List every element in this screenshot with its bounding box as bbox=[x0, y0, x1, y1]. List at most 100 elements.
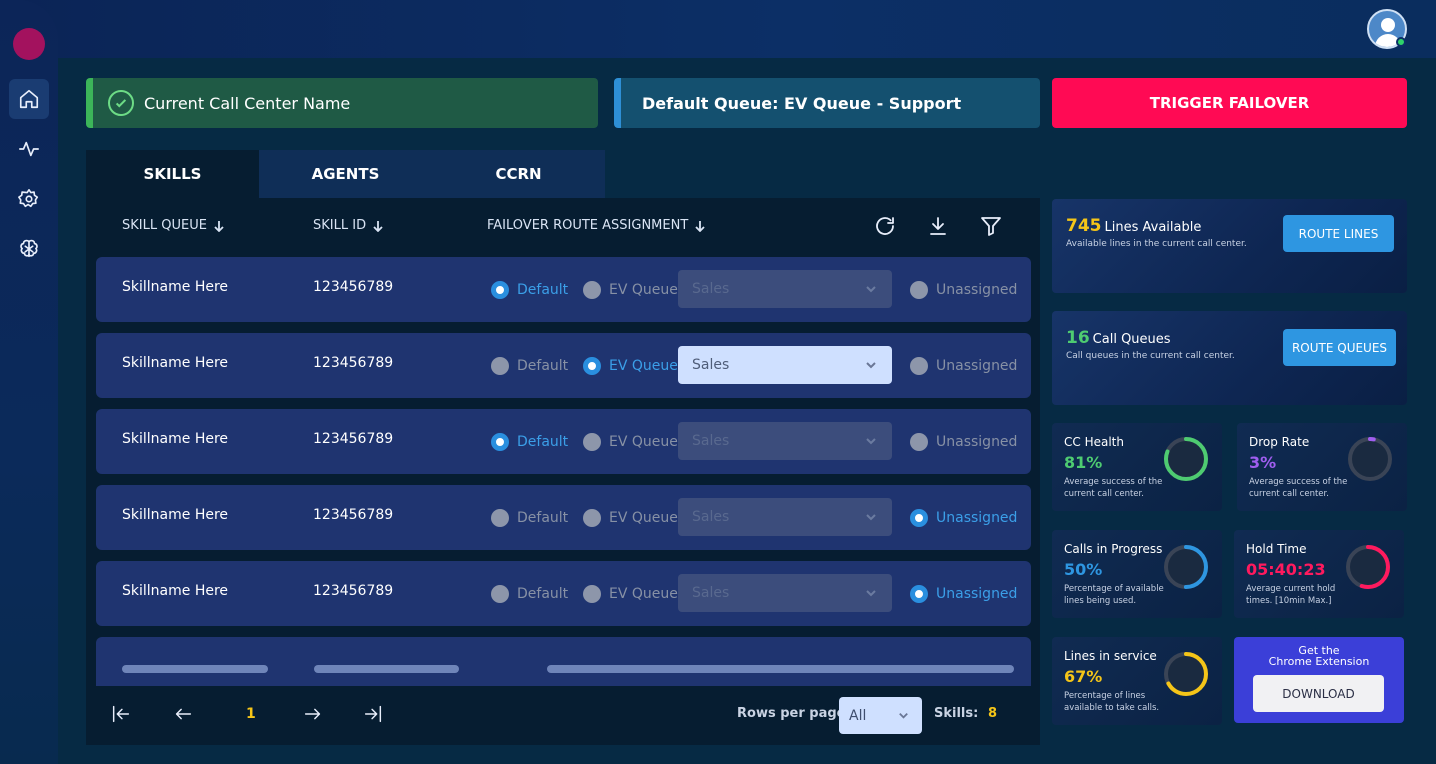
radio-button[interactable] bbox=[910, 584, 928, 603]
trigger-failover-button[interactable]: TRIGGER FAILOVER bbox=[1052, 78, 1407, 128]
metric-desc: Percentage of available lines being used… bbox=[1064, 584, 1164, 606]
skill-id: 123456789 bbox=[313, 431, 394, 447]
download-icon bbox=[930, 217, 946, 235]
skill-id: 123456789 bbox=[313, 355, 394, 371]
radio-button[interactable] bbox=[583, 508, 601, 527]
table-row: Skillname Here 123456789 Default EV Queue Un… bbox=[96, 257, 1031, 322]
chevron-down-icon bbox=[864, 510, 878, 524]
download-extension-button[interactable]: DOWNLOAD bbox=[1253, 675, 1384, 712]
progress-ring bbox=[1164, 545, 1208, 589]
call-queues-card: 16 Call Queues Call queues in the current… bbox=[1052, 311, 1407, 405]
route-queues-button[interactable]: ROUTE QUEUES bbox=[1283, 329, 1396, 366]
radio-default[interactable]: Default bbox=[491, 561, 568, 626]
radio-button[interactable] bbox=[910, 280, 928, 299]
chevron-down-icon bbox=[899, 712, 908, 719]
tab-ccrn[interactable]: CCRN bbox=[432, 150, 605, 198]
refresh-button[interactable] bbox=[873, 214, 899, 240]
radio-unassigned[interactable]: Unassigned bbox=[910, 485, 1017, 550]
first-page-button[interactable] bbox=[110, 703, 134, 727]
radio-button[interactable] bbox=[910, 432, 928, 451]
rows-per-page-select[interactable]: All bbox=[839, 697, 922, 734]
radio-ev-queue[interactable]: EV Queue bbox=[583, 561, 678, 626]
prev-page-icon bbox=[175, 708, 192, 720]
metric-title: Hold Time bbox=[1246, 542, 1307, 556]
skill-id: 123456789 bbox=[313, 507, 394, 523]
radio-button[interactable] bbox=[491, 432, 509, 451]
call-queues-desc: Call queues in the current call center. bbox=[1066, 351, 1235, 361]
chevron-down-icon bbox=[864, 434, 878, 448]
tab-skills[interactable]: SKILLS bbox=[86, 150, 259, 198]
radio-default[interactable]: Default bbox=[491, 257, 568, 322]
radio-button[interactable] bbox=[910, 356, 928, 375]
radio-button[interactable] bbox=[491, 356, 509, 375]
default-queue-text: Default Queue: EV Queue - Support bbox=[642, 93, 962, 113]
radio-button[interactable] bbox=[491, 280, 509, 299]
radio-default[interactable]: Default bbox=[491, 409, 568, 474]
radio-unassigned[interactable]: Unassigned bbox=[910, 561, 1017, 626]
metric-title: Lines in service bbox=[1064, 649, 1157, 663]
skill-id: 123456789 bbox=[313, 279, 394, 295]
table-header: SKILL QUEUE SKILL ID FAILOVER ROUTE ASSI… bbox=[86, 198, 1040, 254]
brain-icon bbox=[20, 239, 38, 258]
metric-value: 81% bbox=[1064, 453, 1103, 472]
radio-ev-queue[interactable]: EV Queue bbox=[583, 409, 678, 474]
sort-arrow-icon bbox=[214, 220, 224, 232]
radio-button[interactable] bbox=[583, 280, 601, 299]
metric-title: CC Health bbox=[1064, 435, 1124, 449]
metric-desc: Average current hold times. [10min Max.] bbox=[1246, 584, 1336, 606]
tab-bar: SKILLS AGENTS CCRN bbox=[86, 150, 605, 198]
radio-ev-queue[interactable]: EV Queue bbox=[583, 485, 678, 550]
radio-button[interactable] bbox=[491, 584, 509, 603]
route-lines-button[interactable]: ROUTE LINES bbox=[1283, 215, 1394, 252]
download-table-button[interactable] bbox=[926, 214, 952, 240]
radio-ev-queue[interactable]: EV Queue bbox=[583, 257, 678, 322]
column-skill-queue[interactable]: SKILL QUEUE bbox=[122, 218, 225, 233]
activity-icon bbox=[19, 141, 39, 157]
queue-select[interactable]: Sales bbox=[678, 270, 892, 308]
chevron-down-icon bbox=[864, 358, 878, 372]
next-page-button[interactable] bbox=[302, 703, 326, 727]
radio-button[interactable] bbox=[583, 584, 601, 603]
metric-value: 3% bbox=[1249, 453, 1277, 472]
skill-name: Skillname Here bbox=[122, 507, 229, 523]
chrome-extension-card: Get the Chrome Extension DOWNLOAD bbox=[1234, 637, 1404, 723]
nav-activity[interactable] bbox=[9, 129, 49, 169]
radio-default[interactable]: Default bbox=[491, 485, 568, 550]
nav-settings[interactable] bbox=[9, 179, 49, 219]
progress-ring bbox=[1164, 437, 1208, 481]
last-page-button[interactable] bbox=[362, 703, 386, 727]
radio-default[interactable]: Default bbox=[491, 333, 568, 398]
nav-ai[interactable] bbox=[9, 229, 49, 269]
radio-unassigned[interactable]: Unassigned bbox=[910, 257, 1017, 322]
next-page-icon bbox=[304, 708, 321, 720]
filter-button[interactable] bbox=[979, 214, 1005, 240]
column-failover[interactable]: FAILOVER ROUTE ASSIGNMENT bbox=[487, 218, 706, 233]
progress-ring bbox=[1346, 545, 1390, 589]
radio-button[interactable] bbox=[910, 508, 928, 527]
queue-select[interactable]: Sales bbox=[678, 498, 892, 536]
queue-select[interactable]: Sales bbox=[678, 422, 892, 460]
chevron-down-icon bbox=[864, 586, 878, 600]
lines-available-card: 745 Lines Available Available lines in th… bbox=[1052, 199, 1407, 293]
refresh-icon bbox=[876, 217, 894, 235]
online-status-dot bbox=[1396, 37, 1406, 47]
queue-select[interactable]: Sales bbox=[678, 574, 892, 612]
gear-icon bbox=[18, 189, 39, 208]
radio-button[interactable] bbox=[491, 508, 509, 527]
column-skill-id[interactable]: SKILL ID bbox=[313, 218, 384, 233]
queue-select[interactable]: Sales bbox=[678, 346, 892, 384]
call-center-name: Current Call Center Name bbox=[144, 93, 351, 113]
call-center-banner: Current Call Center Name bbox=[86, 78, 598, 128]
prev-page-button[interactable] bbox=[172, 703, 196, 727]
logo[interactable] bbox=[13, 28, 45, 60]
skills-count-label: Skills: bbox=[934, 706, 979, 721]
radio-unassigned[interactable]: Unassigned bbox=[910, 409, 1017, 474]
pagination: 1 Rows per page: All Skills: 8 bbox=[86, 686, 1040, 745]
radio-unassigned[interactable]: Unassigned bbox=[910, 333, 1017, 398]
radio-ev-queue[interactable]: EV Queue bbox=[583, 333, 678, 398]
metric-value: 67% bbox=[1064, 667, 1103, 686]
nav-home[interactable] bbox=[9, 79, 49, 119]
tab-agents[interactable]: AGENTS bbox=[259, 150, 432, 198]
radio-button[interactable] bbox=[583, 432, 601, 451]
radio-button[interactable] bbox=[583, 356, 601, 375]
